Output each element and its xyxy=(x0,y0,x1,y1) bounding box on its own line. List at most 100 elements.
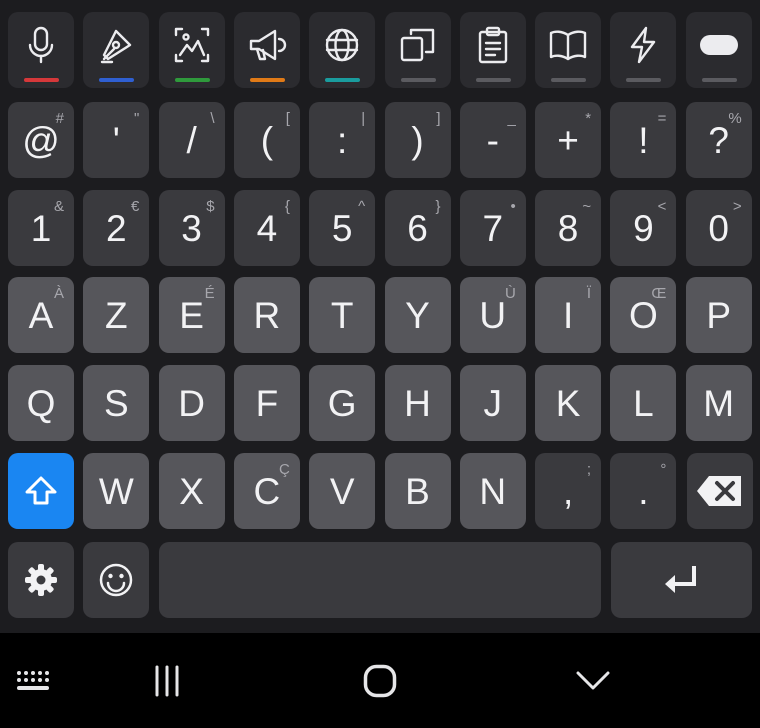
key-azerty-1[interactable]: Z xyxy=(83,277,150,353)
key-secondary-label: | xyxy=(361,110,366,127)
key-home-0[interactable]: Q xyxy=(8,365,74,441)
translate-button[interactable] xyxy=(309,12,376,88)
key-label: Q xyxy=(26,382,56,424)
bolt-button[interactable] xyxy=(610,12,677,88)
key-symbols-9[interactable]: ?% xyxy=(685,102,752,178)
key-secondary-label: ^ xyxy=(358,198,366,215)
book-button[interactable] xyxy=(535,12,602,88)
tool-indicator-bar xyxy=(701,78,737,82)
key-label: ' xyxy=(112,119,120,161)
key-label: 8 xyxy=(557,207,579,249)
key-bottom-5[interactable]: N xyxy=(459,453,526,529)
key-numbers-1[interactable]: 2 € xyxy=(83,190,150,266)
key-azerty-3[interactable]: R xyxy=(233,277,300,353)
key-numbers-8[interactable]: 9 < xyxy=(610,190,677,266)
key-azerty-4[interactable]: T xyxy=(309,277,376,353)
key-numbers-9[interactable]: 0 > xyxy=(685,190,752,266)
backspace-key[interactable] xyxy=(687,453,753,529)
key-symbols-5[interactable]: )] xyxy=(384,102,451,178)
key-symbols-3[interactable]: ([ xyxy=(233,102,300,178)
settings-key[interactable] xyxy=(8,542,74,618)
more-pill-button[interactable] xyxy=(685,12,752,88)
key-bottom-7[interactable]: . ° xyxy=(610,453,677,529)
key-azerty-7[interactable]: IÏ xyxy=(535,277,602,353)
key-home-5[interactable]: H xyxy=(384,365,451,441)
chevron-down-icon xyxy=(576,671,610,689)
key-symbols-6[interactable]: - _ xyxy=(459,102,526,178)
key-numbers-0[interactable]: 1 & xyxy=(8,190,74,266)
key-symbols-0[interactable]: @ # xyxy=(8,102,74,178)
key-label: R xyxy=(253,294,281,336)
key-bottom-3[interactable]: V xyxy=(309,453,376,529)
key-secondary-label: ] xyxy=(436,110,441,127)
key-azerty-2[interactable]: EÉ xyxy=(158,277,225,353)
key-home-8[interactable]: L xyxy=(610,365,677,441)
key-bottom-1[interactable]: X xyxy=(158,453,225,529)
key-label: @ xyxy=(22,119,60,161)
key-home-1[interactable]: S xyxy=(83,365,150,441)
key-home-3[interactable]: F xyxy=(233,365,300,441)
key-label: N xyxy=(479,470,507,512)
image-text-button[interactable] xyxy=(158,12,225,88)
key-azerty-5[interactable]: Y xyxy=(384,277,451,353)
home-icon xyxy=(363,664,397,697)
handwriting-button[interactable] xyxy=(83,12,150,88)
key-secondary-label: € xyxy=(130,198,140,215)
key-azerty-0[interactable]: AÀ xyxy=(8,277,74,353)
megaphone-button[interactable] xyxy=(233,12,300,88)
key-label: 0 xyxy=(708,207,729,249)
key-label: B xyxy=(405,470,430,512)
tool-indicator-bar xyxy=(551,78,587,82)
recents-button[interactable] xyxy=(140,633,194,728)
emoji-key[interactable] xyxy=(83,542,149,618)
key-bottom-6[interactable]: ,; xyxy=(535,453,602,529)
voice-input-button[interactable] xyxy=(8,12,74,88)
key-secondary-label: \ xyxy=(210,110,215,127)
key-home-6[interactable]: J xyxy=(459,365,526,441)
key-secondary-label: % xyxy=(728,110,742,127)
key-azerty-9[interactable]: P xyxy=(685,277,752,353)
key-label: X xyxy=(179,470,204,512)
home-button[interactable] xyxy=(350,633,410,728)
copy-button[interactable] xyxy=(384,12,451,88)
keyboard-switch-button[interactable] xyxy=(8,633,60,728)
key-numbers-2[interactable]: 3 $ xyxy=(158,190,225,266)
key-secondary-label: [ xyxy=(285,110,290,127)
key-home-7[interactable]: K xyxy=(535,365,602,441)
back-button[interactable] xyxy=(566,633,620,728)
key-numbers-6[interactable]: 7 • xyxy=(459,190,526,266)
space-key[interactable] xyxy=(159,542,601,618)
key-home-9[interactable]: M xyxy=(685,365,752,441)
key-symbols-1[interactable]: ' " xyxy=(83,102,150,178)
key-symbols-4[interactable]: : | xyxy=(309,102,376,178)
key-symbols-7[interactable]: + * xyxy=(535,102,602,178)
key-bottom-0[interactable]: W xyxy=(83,453,150,529)
enter-key[interactable] xyxy=(611,542,752,618)
key-bottom-4[interactable]: B xyxy=(384,453,451,529)
key-home-2[interactable]: D xyxy=(158,365,225,441)
key-secondary-label: Œ xyxy=(651,285,667,302)
key-numbers-4[interactable]: 5 ^ xyxy=(309,190,376,266)
clipboard-button[interactable] xyxy=(459,12,526,88)
key-numbers-7[interactable]: 8 ~ xyxy=(535,190,602,266)
key-azerty-6[interactable]: UÙ xyxy=(459,277,526,353)
key-numbers-5[interactable]: 6} xyxy=(384,190,451,266)
key-bottom-2[interactable]: CÇ xyxy=(233,453,300,529)
more-pill-icon xyxy=(699,35,738,55)
key-secondary-label: # xyxy=(55,110,64,127)
key-azerty-8[interactable]: OŒ xyxy=(610,277,677,353)
tool-indicator-bar xyxy=(99,78,135,82)
key-label: 4 xyxy=(256,207,278,249)
emoji-icon xyxy=(99,563,133,597)
enter-icon xyxy=(664,566,696,593)
translate-icon xyxy=(325,28,359,62)
key-numbers-3[interactable]: 4{ xyxy=(233,190,300,266)
key-symbols-8[interactable]: ! = xyxy=(610,102,677,178)
key-home-4[interactable]: G xyxy=(309,365,376,441)
shift-key[interactable] xyxy=(8,453,74,529)
key-symbols-2[interactable]: / \ xyxy=(158,102,225,178)
space-bar xyxy=(380,580,381,581)
key-secondary-label: < xyxy=(657,198,667,215)
backspace-icon xyxy=(697,476,741,506)
key-label: C xyxy=(253,470,281,512)
